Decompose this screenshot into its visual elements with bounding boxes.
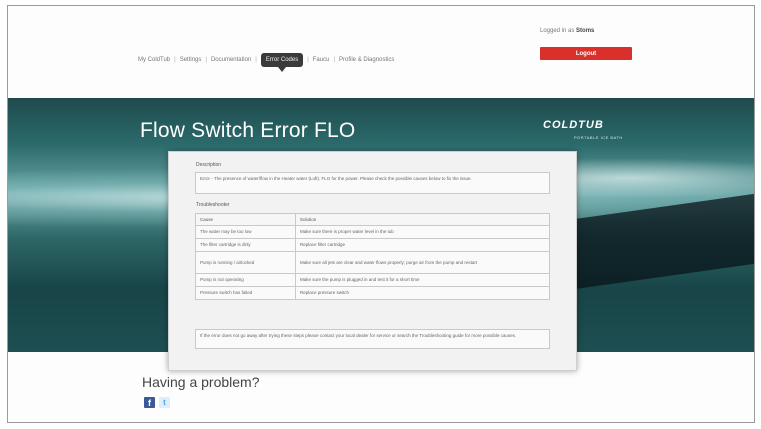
brand-tagline: PORTABLE ICE BATH (574, 135, 623, 140)
nav-my-coldtub[interactable]: My ColdTub (138, 57, 170, 63)
table-row: Pump is not operating Make sure the pump… (195, 273, 550, 287)
page-title: Flow Switch Error FLO (140, 119, 356, 142)
cause-cell: Pressure switch has failed (195, 286, 296, 300)
error-panel: Description Error - The presence of wate… (168, 151, 577, 371)
logout-button[interactable]: Logout (540, 47, 632, 60)
problem-heading: Having a problem? (142, 374, 260, 390)
brand-logo: COLDTUB (543, 119, 604, 131)
solution-cell: Make sure the pump is plugged in and tes… (295, 273, 550, 287)
main-nav: My ColdTub | Settings | Documentation | … (138, 51, 394, 72)
description-label: Description (196, 162, 222, 168)
social-links: f t (144, 397, 170, 408)
nav-separator: | (205, 57, 207, 63)
cause-cell: The water may be too low (195, 225, 296, 239)
login-user[interactable]: Stoms (576, 28, 594, 34)
facebook-icon[interactable]: f (144, 397, 155, 408)
cause-cell: The filter cartridge is dirty (195, 238, 296, 252)
login-status: Logged in as Stoms (540, 28, 594, 34)
login-prefix: Logged in as (540, 28, 575, 34)
solution-cell: Replace pressure switch (295, 286, 550, 300)
cause-cell: Pump is running / airlocked (195, 251, 296, 274)
solution-cell: Make sure all jets are clear and water f… (295, 251, 550, 274)
help-note: If the error does not go away after tryi… (195, 329, 550, 349)
solution-cell: Make sure there is proper water level in… (295, 225, 550, 239)
nav-separator: | (333, 57, 336, 63)
nav-settings[interactable]: Settings (180, 57, 202, 63)
table-row: Pressure switch has failed Replace press… (195, 286, 550, 300)
column-header-cause: Cause (195, 213, 296, 226)
nav-documentation[interactable]: Documentation (211, 57, 251, 63)
troubleshooter-label: Troubleshooter (196, 202, 230, 208)
browser-page: My ColdTub | Settings | Documentation | … (7, 5, 755, 423)
table-row: The water may be too low Make sure there… (195, 225, 550, 239)
twitter-icon[interactable]: t (159, 397, 170, 408)
column-header-solution: Solution (295, 213, 550, 226)
solution-cell: Replace filter cartridge (295, 238, 550, 252)
nav-profile-diagnostics[interactable]: Profile & Diagnostics (339, 57, 394, 63)
nav-faucu[interactable]: Faucu (313, 57, 330, 63)
table-row: The filter cartridge is dirty Replace fi… (195, 238, 550, 252)
nav-error-codes[interactable]: Error Codes (260, 53, 304, 72)
nav-separator: | (174, 57, 176, 63)
cause-cell: Pump is not operating (195, 273, 296, 287)
nav-separator: | (255, 57, 257, 63)
troubleshoot-table: Cause Solution The water may be too low … (195, 213, 550, 300)
nav-separator: | (307, 57, 309, 63)
table-row: Pump is running / airlocked Make sure al… (195, 251, 550, 274)
table-header-row: Cause Solution (195, 213, 550, 226)
description-box: Error - The presence of water/flow in th… (195, 172, 550, 194)
